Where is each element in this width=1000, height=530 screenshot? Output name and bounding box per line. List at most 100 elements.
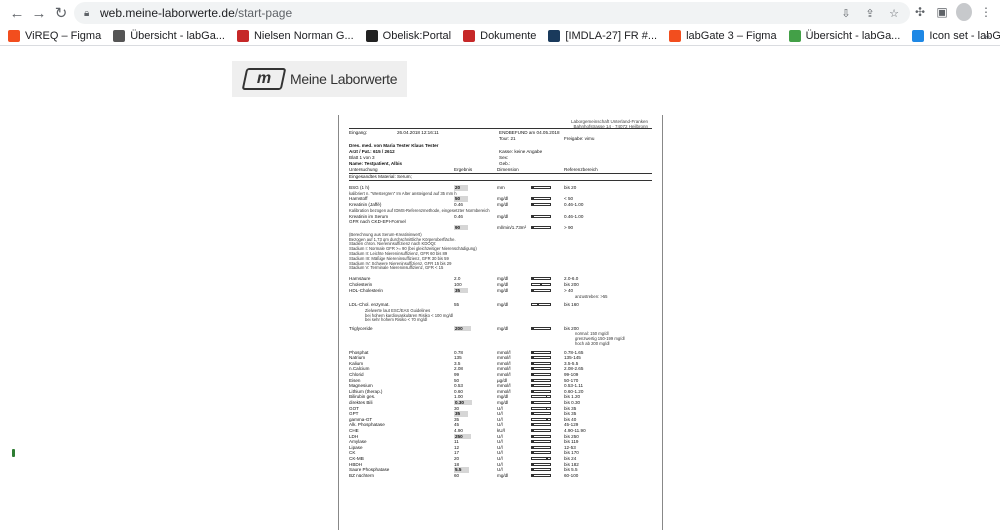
reference-range-bar <box>531 367 551 371</box>
test-value: 55 <box>454 302 460 308</box>
report-note: kalibriert n. "Westergren" Im Alter anst… <box>349 191 457 196</box>
extensions-puzzle-icon[interactable]: ✣ <box>912 3 928 21</box>
bookmark-favicon-icon <box>669 29 682 42</box>
reference-range-bar <box>531 214 551 218</box>
test-value: 50 <box>454 196 469 202</box>
lab-result-row: 90 ml/min/1.73m² > 90 <box>349 224 649 231</box>
bookmark-label: ViREQ – Figma <box>25 29 102 42</box>
bookmark-item[interactable]: Obelisk:Portal <box>365 29 452 42</box>
test-unit: mg/dl <box>497 287 509 293</box>
test-unit: mg/dl <box>497 202 509 208</box>
bookmark-item[interactable]: Übersicht - labGa... <box>788 29 900 42</box>
bookmark-favicon-icon <box>463 29 476 42</box>
bookmark-item[interactable]: Dokumente <box>463 29 537 42</box>
reference-range-bar <box>531 412 551 416</box>
reference-range-bar <box>531 456 551 460</box>
report-note: anzustreben: >55 <box>575 293 608 299</box>
lab-result-row: Harnstoff 50 mg/dl < 50 <box>349 196 649 202</box>
report-note: Stadium V: Terminale Niereninsuffizienz,… <box>349 265 444 271</box>
lock-icon: 🔒︎ <box>84 8 90 19</box>
reference-range-bar <box>531 462 551 466</box>
logo-mark-icon: m <box>241 68 287 90</box>
reference-range-bar <box>531 417 551 421</box>
page-content: m Meine Laborwerte Laborgemeinschaft Unt… <box>0 47 1000 530</box>
reference-range-bar <box>531 361 551 365</box>
reference-range-bar <box>531 378 551 382</box>
tour-row: Tour: 21 Freigabe: vimu <box>499 136 595 141</box>
test-value: 90 <box>454 224 469 231</box>
menu-dots-icon[interactable]: ⋮ <box>978 3 994 21</box>
bookmark-item[interactable]: labGate 3 – Figma <box>669 29 777 42</box>
test-reference: < 50 <box>564 196 574 202</box>
bookmark-item[interactable]: Nielsen Norman G... <box>236 29 354 42</box>
test-value: 200 <box>454 325 471 332</box>
lab-report-document: Laborgemeinschaft Unterland-Franken Bahn… <box>339 115 662 530</box>
reference-range-bar <box>531 434 551 438</box>
side-panel-icon[interactable]: ▣ <box>934 3 950 21</box>
reference-range-bar <box>531 186 551 189</box>
report-note: Kalibration bezogen auf IDMS-Referenzmet… <box>349 208 490 213</box>
report-note: bei sehr hohem Risiko < 70 mg/dl <box>365 317 428 323</box>
bookmark-favicon-icon <box>788 29 801 42</box>
reference-range-bar <box>531 400 551 404</box>
bookmark-label: Nielsen Norman G... <box>253 29 354 42</box>
url-text: web.meine-laborwerte.de/start-page <box>100 6 293 20</box>
bookmark-item[interactable]: Übersicht - labGa... <box>113 29 225 42</box>
test-reference: > 90 <box>564 224 574 230</box>
reference-range-bar <box>531 440 551 444</box>
bookmark-star-icon[interactable]: ☆ <box>886 5 902 21</box>
bookmark-label: labGate 3 – Figma <box>686 29 777 42</box>
test-reference: 0.46-1.00 <box>564 202 584 208</box>
test-unit: mg/dl <box>497 325 509 331</box>
logo-text: Meine Laborwerte <box>290 71 398 87</box>
bookmark-label: Übersicht - labGa... <box>130 29 225 42</box>
test-unit: mg/dl <box>497 281 509 287</box>
note-text: kalibriert n. "Westergren" Im Alter anst… <box>349 190 457 196</box>
test-unit: ml/min/1.73m² <box>497 224 527 230</box>
test-name: Triglyceride <box>349 325 373 331</box>
bookmark-favicon-icon <box>113 29 126 42</box>
reference-range-bar <box>531 389 551 393</box>
bookmarks-bar: ViREQ – Figma Übersicht - labGa... Nielsen… <box>0 26 1000 46</box>
reference-range-bar <box>531 473 551 477</box>
test-name: Harnstoff <box>349 196 368 202</box>
bookmark-item[interactable]: ViREQ – Figma <box>8 29 102 42</box>
test-name: Cholesterin <box>349 281 373 287</box>
reference-range-bar <box>531 468 551 472</box>
note-text: Kalibration bezogen auf IDMS-Referenzmet… <box>349 207 490 213</box>
test-reference: > 40 <box>564 287 574 293</box>
bookmark-favicon-icon <box>912 29 925 42</box>
reference-range-bar <box>531 288 551 292</box>
bookmark-favicon-icon <box>365 29 378 42</box>
reload-icon[interactable]: ↻ <box>50 2 72 24</box>
bookmarks-overflow-button[interactable]: » <box>983 29 990 43</box>
bookmark-label: Dokumente <box>480 29 537 42</box>
back-arrow-icon[interactable]: ← <box>6 2 28 24</box>
address-bar[interactable]: 🔒︎ web.meine-laborwerte.de/start-page ⇩ … <box>74 2 910 24</box>
test-name: HDL-Cholesterin <box>349 287 383 293</box>
share-icon[interactable]: ⇪ <box>862 5 878 21</box>
side-indicator <box>12 449 15 457</box>
bookmark-label: [IMDLA-27] FR #... <box>565 29 658 42</box>
reference-range-bar <box>531 225 551 229</box>
reference-range-bar <box>531 303 551 307</box>
test-unit: mg/dl <box>497 302 509 308</box>
test-name: BZ nüchtern <box>349 472 375 478</box>
test-reference: bis 20 <box>564 185 577 190</box>
bookmark-item[interactable]: [IMDLA-27] FR #... <box>548 29 658 42</box>
app-logo[interactable]: m Meine Laborwerte <box>232 61 407 97</box>
reference-range-bar <box>531 451 551 455</box>
test-unit: mg/dl <box>497 196 509 202</box>
reference-range-bar <box>531 423 551 427</box>
install-app-icon[interactable]: ⇩ <box>838 5 854 21</box>
reference-range-bar <box>531 197 551 201</box>
browser-toolbar: ← → ↻ 🔒︎ web.meine-laborwerte.de/start-p… <box>0 0 1000 26</box>
bookmark-label: Obelisk:Portal <box>382 29 452 42</box>
test-reference: bis 200 <box>564 281 579 287</box>
bookmark-favicon-icon <box>8 29 20 42</box>
forward-arrow-icon[interactable]: → <box>28 2 50 24</box>
reference-range-bar <box>531 384 551 388</box>
profile-avatar[interactable] <box>956 3 972 21</box>
bookmark-favicon-icon <box>236 29 249 42</box>
test-unit: mm <box>497 185 505 190</box>
